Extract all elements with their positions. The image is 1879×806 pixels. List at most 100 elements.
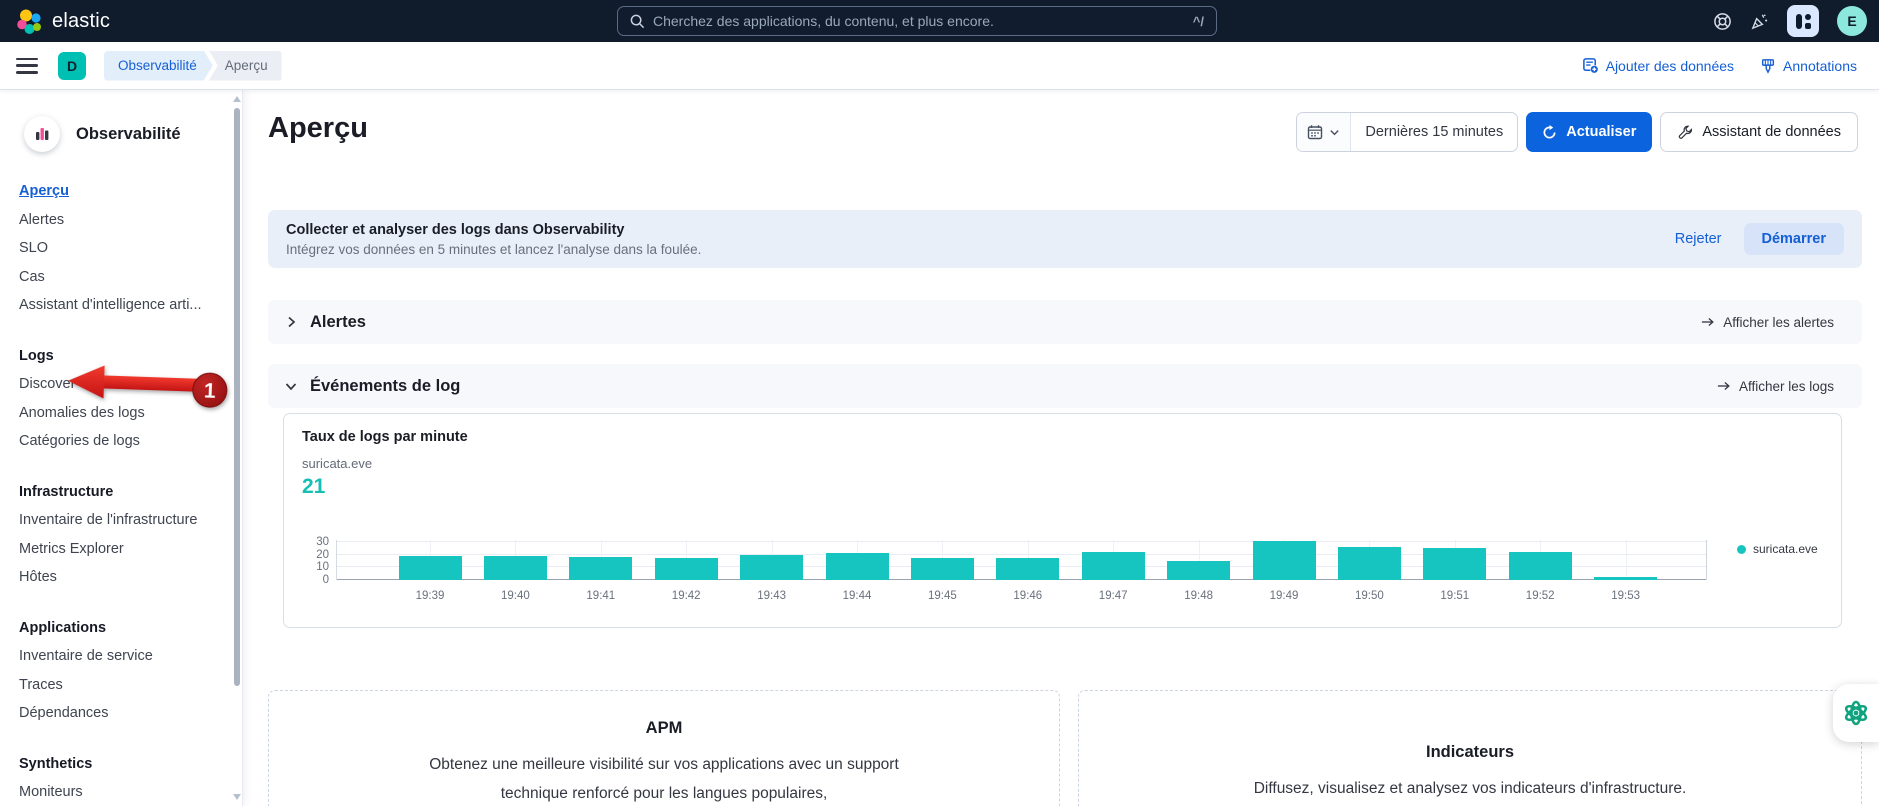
chart-series-name: suricata.eve <box>302 456 372 471</box>
sidebar-scrollbar[interactable] <box>233 94 241 802</box>
sidebar-item-assistant-d-intelligence-arti[interactable]: Assistant d'intelligence arti... <box>19 291 216 320</box>
sidebar-item-alertes[interactable]: Alertes <box>19 206 216 235</box>
bar-19:51[interactable] <box>1423 548 1486 580</box>
bar-19:49[interactable] <box>1253 541 1316 580</box>
scroll-down-arrow[interactable] <box>233 794 241 800</box>
bar-19:53[interactable] <box>1594 577 1657 580</box>
global-search-input[interactable]: Cherchez des applications, du contenu, e… <box>617 6 1217 36</box>
metrics-card-body: Diffusez, visualisez et analysez vos ind… <box>1190 774 1750 803</box>
apm-card-body: Obtenez une meilleure visibilité sur vos… <box>429 750 899 806</box>
log-rate-plot[interactable]: 010203019:3919:4019:4119:4219:4319:4419:… <box>336 540 1706 580</box>
apm-card[interactable]: APM Obtenez une meilleure visibilité sur… <box>268 690 1060 806</box>
refresh-button[interactable]: Actualiser <box>1526 112 1652 152</box>
x-tick-label-19:49: 19:49 <box>1249 590 1319 602</box>
alerts-section-title: Alertes <box>310 313 366 332</box>
show-alerts-link[interactable]: Afficher les alertes <box>1701 315 1834 330</box>
sidebar-item-anomalies-des-logs[interactable]: Anomalies des logs <box>19 399 216 428</box>
data-assistant-button[interactable]: Assistant de données <box>1660 112 1858 152</box>
bar-19:45[interactable] <box>911 558 974 580</box>
breadcrumb: Observabilité Aperçu <box>104 51 282 81</box>
add-data-button[interactable]: Ajouter des données <box>1582 57 1734 74</box>
sidebar-item-slo[interactable]: SLO <box>19 234 216 263</box>
bar-19:47[interactable] <box>1082 552 1145 580</box>
sidebar-item-apercu[interactable]: Aperçu <box>19 177 216 206</box>
x-tick-label-19:44: 19:44 <box>822 590 892 602</box>
user-avatar[interactable]: E <box>1837 6 1867 36</box>
gridline-y-30 <box>337 541 1706 542</box>
sidebar-item-traces[interactable]: Traces <box>19 671 216 700</box>
x-tick-label-19:41: 19:41 <box>566 590 636 602</box>
sidebar-group-applications: Applications <box>19 614 216 643</box>
space-badge[interactable]: D <box>58 52 86 80</box>
annotations-label: Annotations <box>1783 58 1857 74</box>
x-tick-label-19:39: 19:39 <box>395 590 465 602</box>
chevron-right-icon[interactable] <box>284 315 298 329</box>
legend-label: suricata.eve <box>1753 542 1818 556</box>
time-range-value[interactable]: Dernières 15 minutes <box>1351 113 1517 151</box>
add-data-icon <box>1582 57 1599 74</box>
observability-solution-icon <box>24 116 60 152</box>
banner-subtitle: Intégrez vos données en 5 minutes et lan… <box>286 242 701 257</box>
data-assistant-label: Assistant de données <box>1702 124 1841 140</box>
gridline-x-edge <box>1706 540 1707 580</box>
x-tick-label-19:46: 19:46 <box>993 590 1063 602</box>
chart-legend[interactable]: suricata.eve <box>1737 542 1818 556</box>
sidebar-item-categories-de-logs[interactable]: Catégories de logs <box>19 427 216 456</box>
sidebar-group-logs: Logs <box>19 342 216 371</box>
bar-19:41[interactable] <box>569 557 632 580</box>
date-quick-select-button[interactable] <box>1297 113 1351 151</box>
logs-callout-banner: Collecter et analyser des logs dans Obse… <box>268 210 1862 268</box>
bar-19:52[interactable] <box>1509 552 1572 580</box>
elastic-logo[interactable]: elastic <box>16 8 110 35</box>
sidebar-item-metrics-explorer[interactable]: Metrics Explorer <box>19 535 216 564</box>
date-picker[interactable]: Dernières 15 minutes <box>1296 112 1518 152</box>
sidebar-item-inventaire-de-l-infrastructure[interactable]: Inventaire de l'infrastructure <box>19 506 216 535</box>
log-events-section-title: Événements de log <box>310 377 460 396</box>
chevron-down-icon[interactable] <box>284 379 298 393</box>
chatgpt-extension-button[interactable] <box>1833 684 1879 742</box>
bar-19:48[interactable] <box>1167 561 1230 580</box>
alerts-section-header[interactable]: Alertes Afficher les alertes <box>268 300 1862 344</box>
bar-19:42[interactable] <box>655 558 718 580</box>
scroll-up-arrow[interactable] <box>233 96 241 102</box>
main-content: Aperçu Derniè <box>243 90 1879 806</box>
start-button[interactable]: Démarrer <box>1744 223 1845 255</box>
metrics-card[interactable]: Indicateurs Diffusez, visualisez et anal… <box>1078 690 1862 806</box>
bar-19:40[interactable] <box>484 556 547 580</box>
x-tick-label-19:45: 19:45 <box>907 590 977 602</box>
apps-menu-button[interactable] <box>1787 5 1819 37</box>
bar-19:44[interactable] <box>826 553 889 580</box>
sidebar-group-synthetics: Synthetics <box>19 750 216 779</box>
bar-19:46[interactable] <box>996 558 1059 580</box>
bar-19:50[interactable] <box>1338 547 1401 580</box>
x-tick-label-19:40: 19:40 <box>480 590 550 602</box>
apps-icon <box>1796 14 1811 29</box>
log-events-section-header[interactable]: Événements de log Afficher les logs <box>268 364 1862 408</box>
metrics-card-title: Indicateurs <box>1079 743 1861 762</box>
whats-new-icon[interactable] <box>1750 12 1769 31</box>
sidebar-item-hotes[interactable]: Hôtes <box>19 563 216 592</box>
sidebar-item-moniteurs[interactable]: Moniteurs <box>19 778 216 806</box>
top-header-bar: elastic Cherchez des applications, du co… <box>0 0 1879 42</box>
show-logs-link[interactable]: Afficher les logs <box>1717 379 1834 394</box>
page-title: Aperçu <box>268 112 368 145</box>
annotations-icon <box>1760 58 1776 74</box>
annotations-button[interactable]: Annotations <box>1760 58 1857 74</box>
dismiss-button[interactable]: Rejeter <box>1675 231 1722 247</box>
chevron-down-icon <box>1329 127 1340 138</box>
sidebar: Observabilité AperçuAlertesSLOCasAssista… <box>0 90 243 806</box>
menu-toggle-button[interactable] <box>16 58 38 74</box>
legend-dot <box>1737 545 1746 554</box>
show-alerts-label: Afficher les alertes <box>1723 315 1834 330</box>
scrollbar-thumb[interactable] <box>234 108 240 686</box>
bar-19:43[interactable] <box>740 555 803 580</box>
y-tick-label-20: 20 <box>287 548 329 562</box>
bar-19:39[interactable] <box>399 556 462 580</box>
sidebar-item-dependances[interactable]: Dépendances <box>19 699 216 728</box>
help-icon[interactable] <box>1713 12 1732 31</box>
breadcrumb-observability[interactable]: Observabilité <box>104 51 213 81</box>
sidebar-item-discover[interactable]: Discover <box>19 370 216 399</box>
sidebar-item-inventaire-de-service[interactable]: Inventaire de service <box>19 642 216 671</box>
x-tick-label-19:50: 19:50 <box>1334 590 1404 602</box>
sidebar-item-cas[interactable]: Cas <box>19 263 216 292</box>
